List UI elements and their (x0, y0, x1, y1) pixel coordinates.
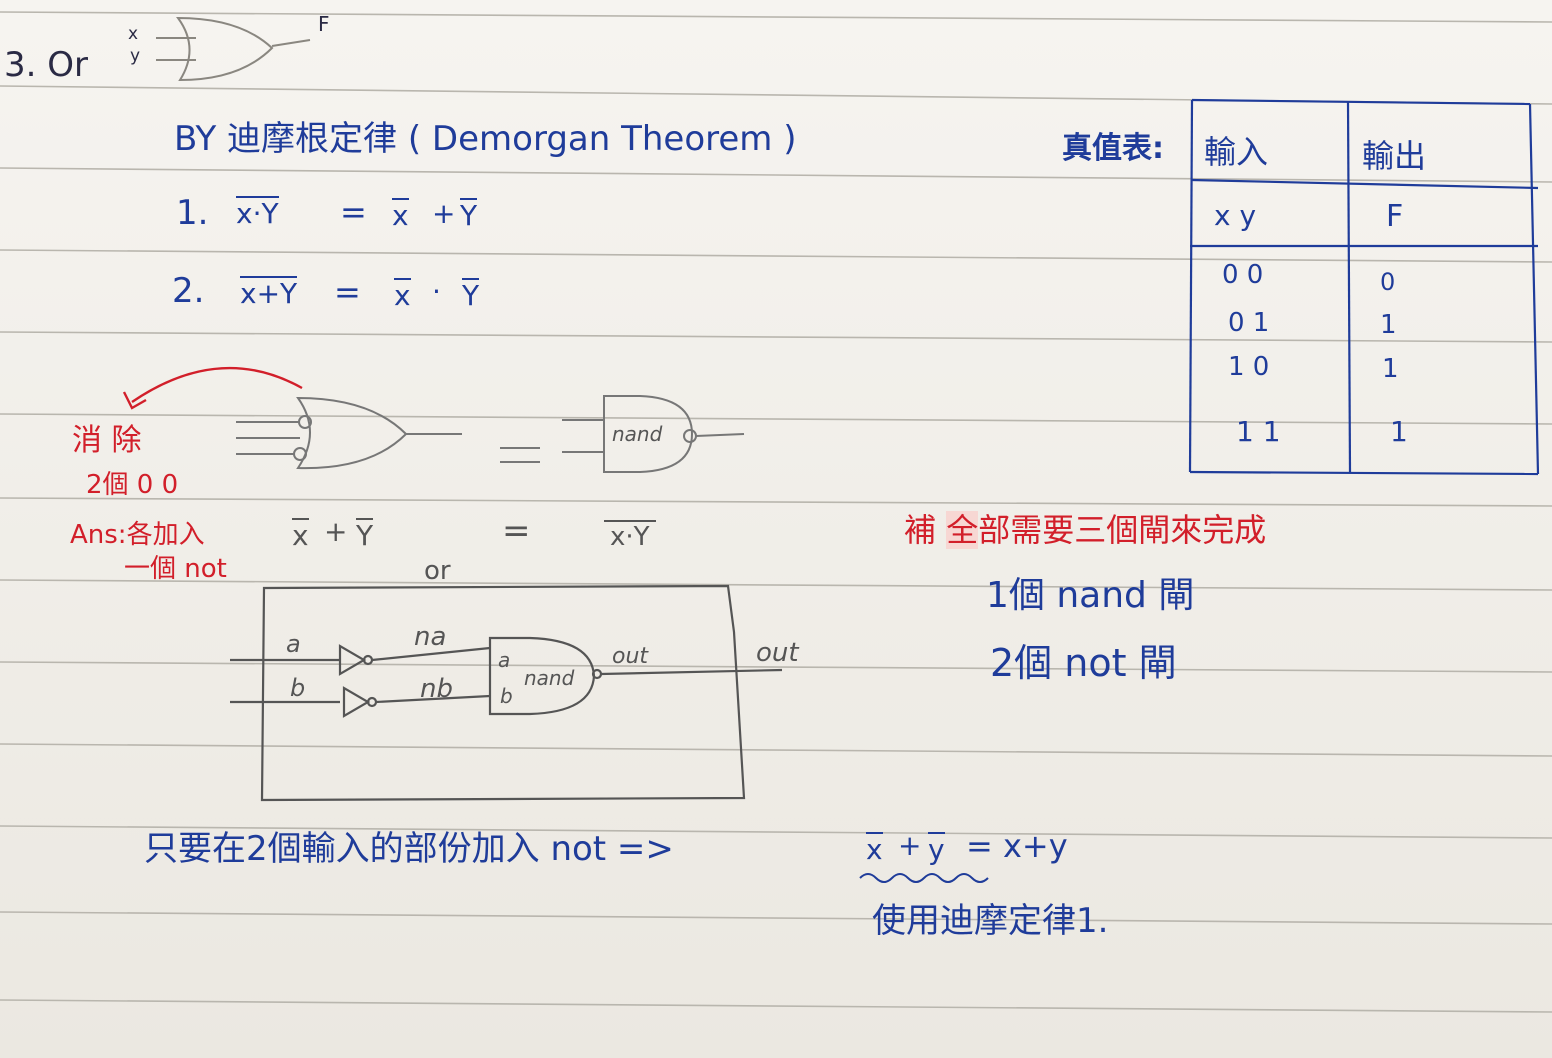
law2-equals: = (334, 273, 361, 311)
circuit-pin-out: out (756, 638, 799, 668)
law2-lhs: x+Y (240, 276, 298, 310)
expr-left-x: x (292, 518, 309, 552)
circuit-nand-in-b: b (500, 684, 513, 708)
supplement-highlight: 全 (946, 511, 979, 549)
bottom-expr-x: x (866, 832, 883, 866)
law2-rhs-x: x (394, 278, 411, 312)
bottom-sentence: 只要在2個輸入的部份加入 not => (144, 829, 674, 869)
circuit-input-a: a (286, 630, 301, 658)
truth-row-3-in: 1 0 (1228, 352, 1270, 382)
law1-rhs-plus: + (432, 197, 456, 230)
truth-row-3-out: 1 (1382, 354, 1399, 384)
red-note-two-zeros: 2個 0 0 (86, 470, 179, 500)
circuit-wire-nb: nb (420, 674, 453, 704)
circuit-input-b: b (290, 674, 306, 702)
truth-table-header-input: 輸入 (1204, 133, 1269, 171)
gate-input-x-label: x (128, 24, 139, 44)
truth-row-1-in: 0 0 (1222, 260, 1264, 290)
section-number-title: 3. Or (4, 45, 88, 85)
circuit-nand-label: nand (524, 666, 575, 690)
circuit-wire-na: na (414, 622, 447, 652)
circuit-wire-out: out (612, 644, 649, 669)
law1-rhs-y: Y (460, 198, 478, 232)
expr-equals: = (502, 511, 531, 551)
expr-left-y: Y (356, 518, 374, 552)
gate-input-y-label: y (130, 46, 141, 66)
supplement-prefix: 補 (904, 511, 947, 549)
truth-table-label: 真值表: (1062, 131, 1164, 166)
truth-row-2-in: 0 1 (1228, 308, 1270, 338)
law2-rhs-y: Y (462, 278, 480, 312)
supplement-nand-count: 1個 nand 閘 (986, 575, 1195, 616)
truth-table-sub-xy: x y (1214, 199, 1257, 232)
bottom-expr-y: y (928, 832, 945, 866)
expr-right: x·Y (604, 520, 656, 550)
red-note-answer: Ans:各加入 (70, 520, 205, 550)
truth-table-sub-f: F (1386, 199, 1404, 234)
truth-table-header-output: 輸出 (1362, 137, 1427, 175)
red-note-eliminate: 消 除 (72, 423, 142, 458)
truth-row-1-out: 0 (1380, 268, 1396, 296)
law1-equals: = (340, 193, 367, 231)
bottom-expr-rhs: = x+y (966, 827, 1068, 865)
law1-lhs: x·Y (236, 196, 279, 230)
truth-row-2-out: 1 (1380, 310, 1397, 340)
bottom-note: 使用迪摩定律1. (872, 901, 1109, 941)
expr-left-plus: + (324, 515, 348, 548)
circuit-title: or (424, 556, 451, 586)
supplement-rest: 部需要三個閘來完成 (978, 511, 1267, 549)
law1-rhs-x: x (392, 198, 409, 232)
supplement-heading: 補 全部需要三個閘來完成 (904, 511, 1267, 549)
law2-rhs-dot: · (432, 275, 441, 308)
theorem-title: BY 迪摩根定律 ( Demorgan Theorem ) (174, 119, 797, 159)
truth-row-4-out: 1 (1390, 415, 1408, 448)
red-note-add-not: 一個 not (124, 554, 227, 584)
circuit-nand-in-a: a (498, 648, 511, 672)
supplement-not-count: 2個 not 閘 (990, 641, 1177, 685)
law2-number: 2. (172, 271, 205, 311)
law1-number: 1. (176, 193, 209, 233)
truth-row-4-in: 1 1 (1236, 415, 1281, 448)
nand-gate-label: nand (612, 422, 663, 446)
gate-output-f-label: F (318, 12, 330, 36)
bottom-expr-plus: + (898, 829, 922, 862)
